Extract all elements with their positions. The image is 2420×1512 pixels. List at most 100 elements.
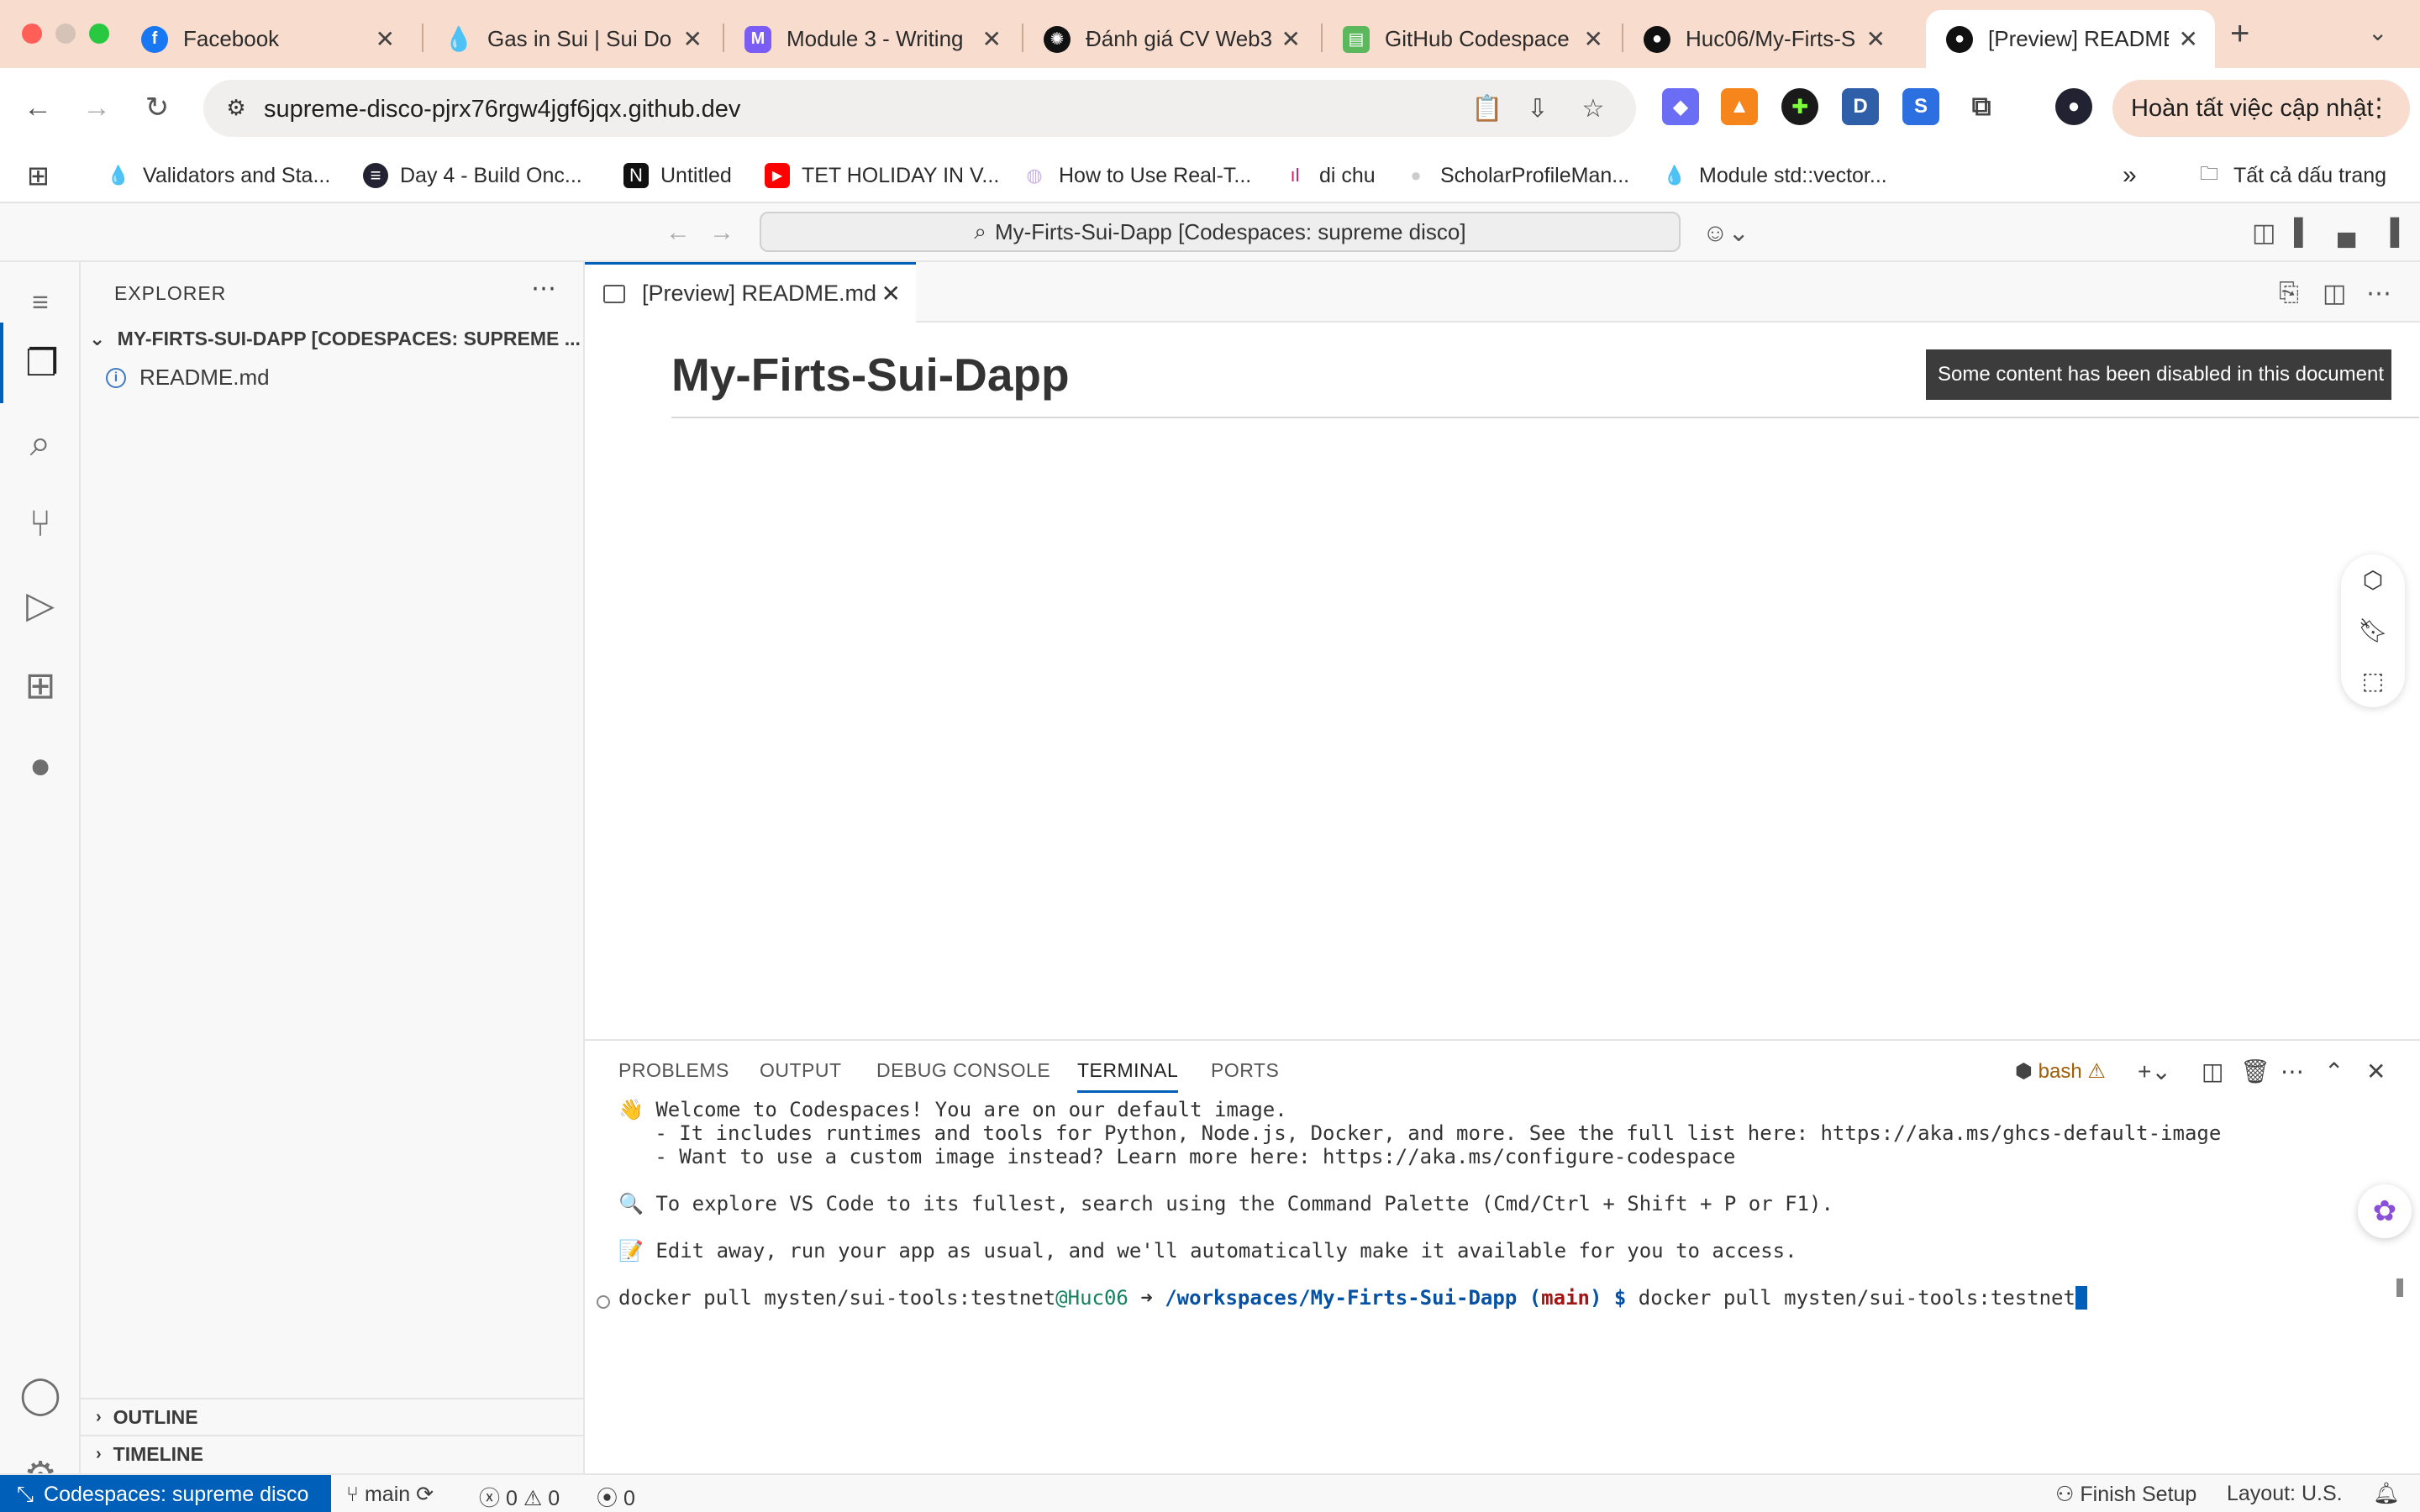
bookmark-tet-holiday[interactable]: ▶ TET HOLIDAY IN V... (765, 158, 999, 193)
file-readme[interactable]: i README.md (106, 365, 270, 391)
all-bookmarks-folder[interactable]: 🗀 Tất cả dấu trang (2196, 158, 2386, 193)
bookmark-module-std[interactable]: 💧 Module std::vector... (1662, 158, 1886, 193)
tab-terminal[interactable]: TERMINAL (1077, 1059, 1179, 1093)
close-tab-icon[interactable]: ✕ (1866, 25, 1886, 53)
accounts-icon[interactable]: ◯ (0, 1354, 81, 1435)
bookmark-day-4[interactable]: ≡ Day 4 - Build Onc... (363, 158, 582, 193)
content-disabled-warning[interactable]: Some content has been disabled in this d… (1926, 349, 2391, 400)
close-window-button[interactable] (22, 24, 42, 44)
close-tab-icon[interactable]: ✕ (1584, 25, 1603, 53)
more-bookmarks-chevron-icon[interactable]: » (2123, 158, 2137, 193)
toggle-panel-icon[interactable]: ▄ (2338, 218, 2355, 247)
toggle-secondary-sidebar-icon[interactable]: ▐ (2381, 218, 2399, 247)
apps-grid-icon[interactable]: ⊞ (27, 158, 50, 193)
ai-assistant-icon[interactable]: ✿ (2358, 1184, 2412, 1238)
tab-ports[interactable]: PORTS (1211, 1059, 1279, 1082)
star-bookmark-icon[interactable]: ☆ (1576, 92, 1610, 125)
customize-layout-icon[interactable]: ◫ (2252, 218, 2275, 248)
keyboard-layout[interactable]: Layout: U.S. (2227, 1482, 2343, 1506)
github-icon[interactable]: ● (0, 726, 81, 806)
bookmark-real-time[interactable]: ◍ How to Use Real-T... (1022, 158, 1251, 193)
sync-icon[interactable]: ⟳ (416, 1483, 434, 1506)
editor-tab-readme-preview[interactable]: [Preview] README.md ✕ (585, 262, 916, 323)
more-menu-icon[interactable]: ⋮ (2366, 93, 2391, 123)
extension-cat-icon[interactable]: ◆ (1662, 88, 1699, 125)
tab-debug-console[interactable]: DEBUG CONSOLE (876, 1059, 1050, 1082)
run-debug-icon[interactable]: ▷ (0, 564, 81, 645)
split-editor-icon[interactable]: ◫ (2323, 279, 2346, 308)
open-source-icon[interactable]: ⎘ (2279, 279, 2299, 307)
terminal-scrollbar[interactable] (2396, 1278, 2403, 1297)
source-control-icon[interactable]: ⑂ (0, 484, 81, 564)
copilot-icon[interactable]: ☺⌄ (1702, 218, 1749, 248)
tab-output[interactable]: OUTPUT (760, 1059, 842, 1082)
site-info-icon[interactable]: ⚙ (217, 88, 255, 127)
bookmark-untitled[interactable]: N Untitled (623, 158, 732, 193)
screenshot-icon[interactable]: ⬚ (2341, 655, 2405, 706)
extensions-icon[interactable]: ⊞ (0, 645, 81, 726)
browser-tab-github-repo[interactable]: ● Huc06/My-Firts-Su ✕ (1623, 10, 1902, 68)
clipboard-icon[interactable]: 📋 (1470, 92, 1504, 125)
reload-button[interactable]: ↻ (136, 87, 178, 129)
finish-update-button[interactable]: Hoàn tất việc cập nhật ⋮ (2112, 80, 2410, 137)
bookmark-scholar[interactable]: ● ScholarProfileMan... (1403, 158, 1629, 193)
extension-translate-icon[interactable]: D (1842, 88, 1879, 125)
workspace-root-folder[interactable]: ⌄ MY-FIRTS-SUI-DAPP [CODESPACES: SUPREME… (89, 328, 581, 350)
install-app-icon[interactable]: ⇩ (1521, 92, 1555, 125)
search-icon[interactable]: ⌕ (0, 403, 81, 484)
remote-indicator[interactable]: ⤡ Codespaces: supreme disco (0, 1475, 331, 1512)
timeline-section[interactable]: › TIMELINE (81, 1435, 585, 1472)
split-terminal-icon[interactable]: ◫ (2202, 1058, 2223, 1085)
notifications-bell-icon[interactable]: 🔔︎ (2373, 1482, 2400, 1506)
browser-tab-cv-web3[interactable]: ✺ Đánh giá CV Web3 ✕ (1023, 10, 1318, 68)
close-tab-icon[interactable]: ✕ (2179, 25, 2198, 53)
command-decoration-icon[interactable] (597, 1295, 610, 1309)
tab-search-chevron-icon[interactable]: ⌄ (2368, 18, 2387, 46)
browser-tab-github-codespace[interactable]: ▤ GitHub Codespace ✕ (1323, 10, 1620, 68)
more-actions-icon[interactable]: ⋯ (2366, 279, 2391, 308)
finish-setup-button[interactable]: ⚇ Finish Setup (2055, 1482, 2196, 1507)
address-bar[interactable]: ⚙ supreme-disco-pjrx76rgw4jgf6jqx.github… (203, 80, 1636, 137)
new-terminal-icon[interactable]: +⌄ (2138, 1058, 2171, 1085)
url-text[interactable]: supreme-disco-pjrx76rgw4jgf6jqx.github.d… (264, 96, 740, 123)
bookmark-validators[interactable]: 💧 Validators and Sta... (106, 158, 330, 193)
ports-indicator[interactable]: ⦿ 0 (597, 1482, 635, 1512)
browser-tab-gas-in-sui[interactable]: 💧 Gas in Sui | Sui Do ✕ (425, 10, 719, 68)
close-icon[interactable]: ✕ (881, 280, 901, 307)
profile-avatar[interactable]: ● (2055, 88, 2092, 125)
extension-blue-icon[interactable]: S (1902, 88, 1939, 125)
metamask-icon[interactable]: ▲ (1721, 88, 1758, 125)
more-actions-icon[interactable]: ⋯ (531, 274, 556, 303)
hexagon-icon[interactable]: ⬡ (2341, 554, 2405, 605)
command-center[interactable]: ⌕ My-Firts-Sui-Dapp [Codespaces: supreme… (760, 212, 1681, 252)
more-actions-icon[interactable]: ⋯ (2281, 1058, 2304, 1085)
new-tab-button[interactable]: + (2230, 15, 2249, 53)
browser-tab-module-3[interactable]: M Module 3 - Writing ✕ (724, 10, 1018, 68)
kill-terminal-icon[interactable]: 🗑︎ (2240, 1058, 2270, 1085)
toggle-primary-sidebar-icon[interactable]: ▌ (2294, 218, 2312, 247)
minimize-window-button[interactable] (55, 24, 76, 44)
terminal-shell-selector[interactable]: ⬢ bash ⚠ (2015, 1059, 2106, 1084)
maximize-panel-icon[interactable]: ⌃ (2324, 1058, 2344, 1085)
outline-section[interactable]: › OUTLINE (81, 1398, 585, 1435)
close-panel-icon[interactable]: ✕ (2366, 1058, 2386, 1085)
nav-back-icon[interactable]: ← (666, 218, 691, 247)
bookmark-icon[interactable]: 🔖︎ (2341, 605, 2405, 655)
maximize-window-button[interactable] (89, 24, 109, 44)
close-tab-icon[interactable]: ✕ (376, 25, 395, 53)
close-tab-icon[interactable]: ✕ (683, 25, 702, 53)
explorer-files-icon[interactable]: ❐ (0, 323, 81, 403)
extensions-puzzle-icon[interactable]: ⧉ (1963, 88, 2000, 125)
close-tab-icon[interactable]: ✕ (982, 25, 1002, 53)
terminal-output[interactable]: 👋 Welcome to Codespaces! You are on our … (618, 1098, 2221, 1310)
git-branch[interactable]: ⑂ main ⟳ (346, 1482, 434, 1507)
back-button[interactable]: ← (17, 87, 59, 129)
forward-button[interactable]: → (76, 87, 118, 129)
tab-problems[interactable]: PROBLEMS (618, 1059, 729, 1082)
problems-indicator[interactable]: ⓧ 0 ⚠ 0 (479, 1482, 560, 1512)
close-tab-icon[interactable]: ✕ (1281, 25, 1301, 53)
extension-green-icon[interactable]: ✚ (1781, 88, 1818, 125)
nav-forward-icon[interactable]: → (709, 218, 734, 247)
bookmark-di-chu[interactable]: ıl di chu (1282, 158, 1376, 193)
browser-tab-facebook[interactable]: f Facebook ✕ (121, 10, 412, 68)
